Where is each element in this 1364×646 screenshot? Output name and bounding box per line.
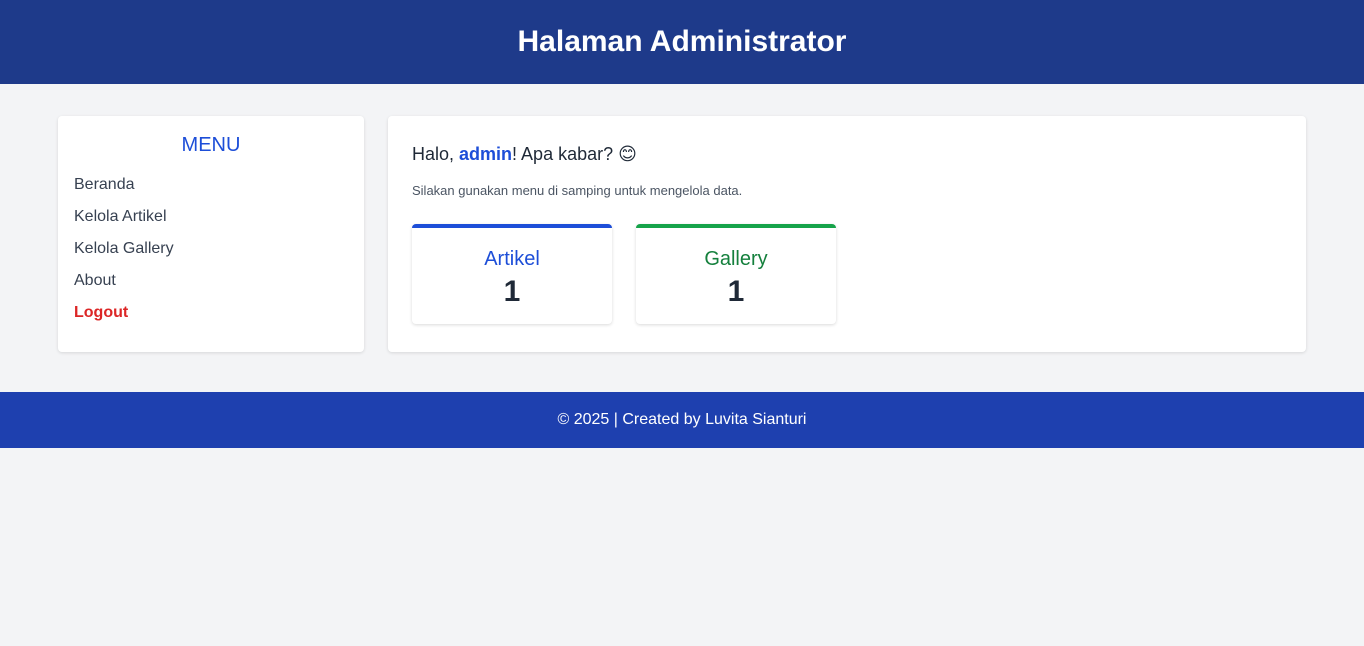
gallery-stat-value: 1	[727, 275, 745, 308]
sidebar-item-kelola-gallery[interactable]: Kelola Gallery	[74, 233, 348, 265]
sidebar-item-kelola-artikel[interactable]: Kelola Artikel	[74, 201, 348, 233]
greeting-prefix: Halo,	[412, 144, 460, 164]
greeting-suffix: ! Apa kabar? 😊	[512, 144, 637, 164]
username: admin	[459, 144, 513, 164]
logout-link[interactable]: Logout	[74, 297, 348, 329]
main-area: MENU Beranda Kelola Artikel Kelola Galle…	[0, 84, 1364, 392]
sidebar: MENU Beranda Kelola Artikel Kelola Galle…	[58, 116, 364, 352]
sidebar-title: MENU	[181, 134, 241, 156]
greeting-text: Halo, admin! Apa kabar? 😊	[412, 144, 1282, 165]
page-title: Halaman Administrator	[517, 25, 847, 58]
instruction-text: Silakan gunakan menu di samping untuk me…	[412, 183, 743, 198]
sidebar-item-beranda[interactable]: Beranda	[74, 169, 348, 201]
artikel-stat-label: Artikel	[484, 248, 540, 270]
dashboard-panel: Halo, admin! Apa kabar? 😊 Silakan gunaka…	[388, 116, 1306, 352]
stats-row: Artikel 1 Gallery 1	[412, 224, 1282, 324]
artikel-stat-value: 1	[503, 275, 521, 308]
page-footer: © 2025 | Created by Luvita Sianturi	[0, 392, 1364, 448]
footer-text: © 2025 | Created by Luvita Sianturi	[557, 411, 807, 428]
page-header: Halaman Administrator	[0, 0, 1364, 84]
gallery-stat-label: Gallery	[704, 248, 768, 270]
sidebar-item-about[interactable]: About	[74, 265, 348, 297]
gallery-stat-card: Gallery 1	[636, 224, 836, 324]
artikel-stat-card: Artikel 1	[412, 224, 612, 324]
